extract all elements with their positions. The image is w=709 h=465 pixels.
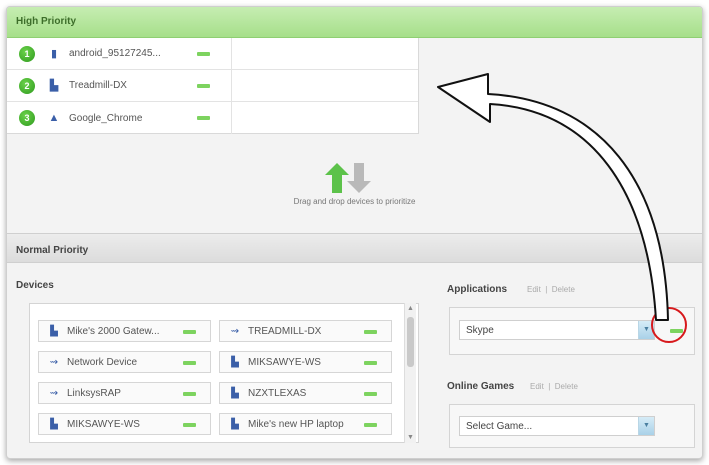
computer-icon: ▙ [231, 356, 239, 368]
device-card[interactable]: ▙ NZXTLEXAS [219, 382, 392, 404]
device-label: MIKSAWYE-WS [67, 418, 140, 430]
highlight-circle-annotation [651, 307, 687, 343]
phone-icon: ▮ [50, 48, 58, 60]
computer-icon: ▙ [50, 325, 58, 337]
application-select[interactable]: Skype ▼ [459, 320, 655, 340]
remove-minus-icon[interactable] [183, 392, 196, 396]
device-card[interactable]: ▙ MIKSAWYE-WS [219, 351, 392, 373]
high-priority-row[interactable]: 1 ▮ android_95127245... [7, 38, 418, 70]
online-games-actions: Edit | Delete [530, 382, 578, 391]
applications-actions: Edit | Delete [527, 285, 575, 294]
device-label: Treadmill-DX [69, 80, 127, 91]
priority-number-badge: 2 [19, 77, 35, 94]
remove-minus-icon[interactable] [364, 330, 377, 334]
chevron-down-icon[interactable]: ▼ [638, 417, 654, 435]
remove-minus-icon[interactable] [183, 361, 196, 365]
priority-number-badge: 1 [19, 45, 35, 62]
high-priority-list: 1 ▮ android_95127245... 2 ▙ Treadmill-DX… [7, 38, 419, 134]
high-priority-header: High Priority [7, 7, 702, 38]
device-card[interactable]: ▙ Mike's new HP laptop [219, 413, 392, 435]
application-selected-value: Skype [466, 325, 494, 336]
network-device-icon: ⇝ [230, 325, 240, 337]
normal-priority-header: Normal Priority [7, 233, 702, 263]
remove-minus-icon[interactable] [197, 116, 210, 120]
chrome-icon: ▲ [48, 112, 60, 124]
device-label: LinksysRAP [67, 387, 121, 399]
devices-scrollbar[interactable]: ▲ ▼ [404, 303, 416, 443]
device-label: Network Device [67, 356, 138, 368]
computer-icon: ▙ [49, 80, 59, 92]
network-device-icon: ⇝ [49, 356, 59, 368]
applications-edit-link[interactable]: Edit [527, 285, 541, 294]
online-games-title: Online Games [447, 381, 515, 392]
device-label: MIKSAWYE-WS [248, 356, 321, 368]
normal-priority-title: Normal Priority [16, 245, 89, 256]
device-label: Mike's new HP laptop [248, 418, 344, 430]
computer-icon: ▙ [231, 418, 239, 430]
up-down-arrows-icon [325, 163, 371, 193]
separator: | [545, 285, 548, 294]
drag-drop-hint: Drag and drop devices to prioritize [293, 197, 416, 206]
priority-number-badge: 3 [19, 110, 35, 126]
device-card[interactable]: ⇝ LinksysRAP [38, 382, 211, 404]
remove-minus-icon[interactable] [197, 83, 210, 88]
device-label: android_95127245... [69, 48, 161, 59]
device-card[interactable]: ▙ Mike's 2000 Gatew... [38, 320, 211, 342]
scroll-up-icon[interactable]: ▲ [407, 305, 414, 312]
computer-icon: ▙ [231, 387, 239, 399]
remove-minus-icon[interactable] [183, 423, 196, 427]
remove-minus-icon[interactable] [364, 361, 377, 365]
remove-minus-icon[interactable] [183, 330, 196, 334]
devices-list: ▙ Mike's 2000 Gatew... ⇝ TREADMILL-DX ⇝ … [29, 303, 419, 443]
high-priority-row[interactable]: 3 ▲ Google_Chrome [7, 102, 418, 134]
applications-delete-link[interactable]: Delete [552, 285, 575, 294]
online-games-delete-link[interactable]: Delete [555, 382, 578, 391]
remove-minus-icon[interactable] [364, 392, 377, 396]
device-label: Google_Chrome [69, 112, 143, 124]
network-device-icon: ⇝ [49, 387, 59, 399]
separator: | [548, 382, 551, 391]
devices-title: Devices [16, 280, 54, 291]
device-label: Mike's 2000 Gatew... [67, 325, 160, 337]
remove-minus-icon[interactable] [197, 51, 210, 56]
qos-panel: High Priority 1 ▮ android_95127245... 2 … [6, 6, 703, 459]
high-priority-title: High Priority [16, 16, 77, 27]
game-selected-value: Select Game... [466, 421, 533, 432]
remove-minus-icon[interactable] [364, 423, 377, 427]
scroll-thumb[interactable] [407, 317, 414, 367]
applications-title: Applications [447, 284, 508, 295]
device-label: TREADMILL-DX [248, 325, 322, 337]
online-games-edit-link[interactable]: Edit [530, 382, 544, 391]
device-card[interactable]: ⇝ TREADMILL-DX [219, 320, 392, 342]
scroll-down-icon[interactable]: ▼ [407, 434, 414, 441]
computer-icon: ▙ [50, 418, 58, 430]
high-priority-row[interactable]: 2 ▙ Treadmill-DX [7, 70, 418, 102]
device-label: NZXTLEXAS [248, 387, 307, 399]
device-card[interactable]: ▙ MIKSAWYE-WS [38, 413, 211, 435]
device-card[interactable]: ⇝ Network Device [38, 351, 211, 373]
game-select[interactable]: Select Game... ▼ [459, 416, 655, 436]
